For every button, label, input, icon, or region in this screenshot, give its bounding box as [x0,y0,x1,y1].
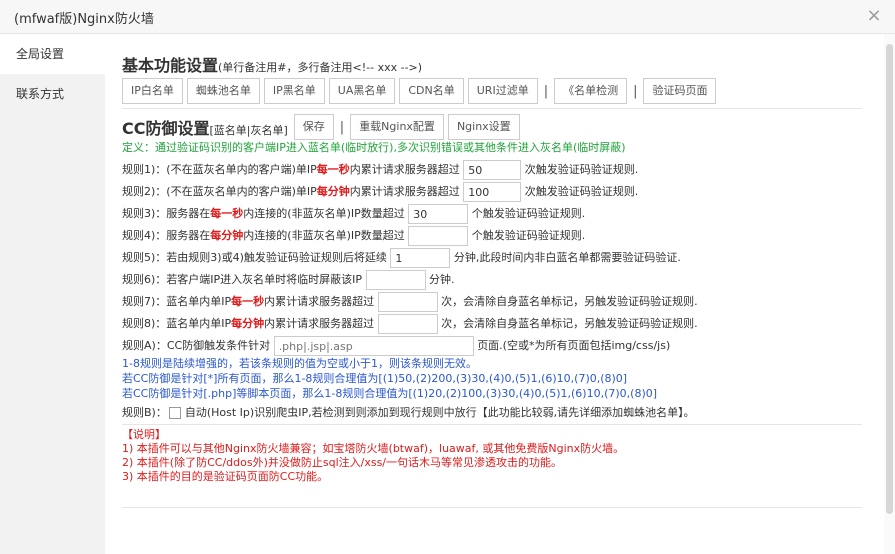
notes-title: 【说明】 [122,428,166,441]
rule-1-text: 内累计请求服务器超过 [349,163,460,176]
rule-4: 规则4)：服务器在每分钟内连接的(非蓝灰名单)IP数量超过 个触发验证码验证规则… [122,226,585,246]
nginx-settings-button[interactable]: Nginx设置 [447,114,520,140]
rule-b: 规则B)： 自动(Host Ip)识别爬虫IP,若检测到则添加到现行规则中放行【此… [122,403,695,423]
rule-1-text: 规则1)：(不在蓝灰名单内的客户端)单IP [122,163,317,176]
ua-blacklist-button[interactable]: UA黑名单 [328,78,396,104]
rule-6-text: 规则6)：若客户端IP进入灰名单时将临时屏蔽该IP [122,273,363,286]
rule-8-emphasis: 每分钟 [231,317,265,330]
rule-7-text: 规则7)：蓝名单内单IP [122,295,232,308]
main-content: 基本功能设置(单行备注用#，多行备注用<!-- xxx -->) IP白名单 蜘… [118,34,878,554]
rule-4-suffix: 个触发验证码验证规则. [471,229,586,242]
rule-7-text: 内累计请求服务器超过 [264,295,375,308]
rule-5-suffix: 分钟,此段时间内非白蓝名单都需要验证码验证. [453,251,681,264]
rule-5-text: 规则5)：若由规则3)或4)触发验证码验证规则后将延续 [122,251,387,264]
captcha-page-button[interactable]: 验证码页面 [643,78,717,104]
cc-header-row: CC防御设置[蓝名单|灰名单] 保存 | 重载Nginx配置 Nginx设置 [122,114,524,140]
rule-4-text: 规则4)：服务器在 [122,229,211,242]
cc-title: CC防御设置 [122,119,210,138]
cc-section-title: CC防御设置[蓝名单|灰名单] [122,115,288,139]
rule-4-emphasis: 每分钟 [210,229,244,242]
rule-2-input[interactable] [463,182,522,202]
rule-4-input[interactable] [408,226,469,246]
rule-8-suffix: 次，会清除自身蓝名单标记，另触发验证码验证规则. [441,317,698,330]
rule-1-emphasis: 每一秒 [316,163,350,176]
rule-1: 规则1)：(不在蓝灰名单内的客户端)单IP每一秒内累计请求服务器超过 次触发验证… [122,160,638,180]
rule-6-input[interactable] [365,270,426,290]
ip-whitelist-button[interactable]: IP白名单 [122,78,183,104]
rule-2-emphasis: 每分钟 [316,185,350,198]
uri-filter-button[interactable]: URI过滤单 [467,78,538,104]
rule-5: 规则5)：若由规则3)或4)触发验证码验证规则后将延续 分钟,此段时间内非白蓝名… [122,248,681,268]
rule-7-suffix: 次，会清除自身蓝名单标记，另触发验证码验证规则. [441,295,698,308]
rule-3-input[interactable] [408,204,469,224]
rule-8-text: 规则8)：蓝名单内单IP [122,317,232,330]
rule-2-suffix: 次触发验证码验证规则. [524,185,639,198]
spider-pool-button[interactable]: 蜘蛛池名单 [186,78,260,104]
rule-3-text: 内连接的(非蓝灰名单)IP数量超过 [243,207,405,220]
rule-info-1: 1-8规则是陆续增强的，若该条规则的值为空或小于1，则该条规则无效。 [122,357,477,370]
rule-8: 规则8)：蓝名单内单IP每分钟内累计请求服务器超过 次，会清除自身蓝名单标记，另… [122,314,698,334]
rule-2-text: 内累计请求服务器超过 [349,185,460,198]
window-title: (mfwaf版)Nginx防火墙 [14,12,154,27]
notes-section: 【说明】 1) 本插件可以与其他Nginx防火墙兼容；如宝塔防火墙(btwaf)… [122,428,862,484]
rule-8-text: 内累计请求服务器超过 [264,317,375,330]
separator: | [339,119,345,135]
divider [122,424,862,425]
basic-button-row: IP白名单 蜘蛛池名单 IP黑名单 UA黑名单 CDN名单 URI过滤单 | 《… [122,78,720,104]
rule-a-input[interactable] [273,336,474,356]
rule-1-input[interactable] [463,160,522,180]
rule-4-text: 内连接的(非蓝灰名单)IP数量超过 [243,229,405,242]
notes-item: 3) 本插件的目的是验证码页面防CC功能。 [122,470,329,483]
rule-a: 规则A)：CC防御触发条件针对 页面.(空或*为所有页面包括img/css/js… [122,336,670,356]
rule-3-text: 规则3)：服务器在 [122,207,211,220]
separator: | [543,83,549,99]
rule-2: 规则2)：(不在蓝灰名单内的客户端)单IP每分钟内累计请求服务器超过 次触发验证… [122,182,638,202]
rule-a-text: 规则A)：CC防御触发条件针对 [122,339,271,352]
rule-info-3: 若CC防御是针对[.php]等脚本页面，那么1-8规则合理值为[(1)20,(2… [122,387,658,400]
title-bar: (mfwaf版)Nginx防火墙 × [0,0,895,34]
rule-3-emphasis: 每一秒 [210,207,244,220]
rule-8-input[interactable] [377,314,438,334]
basic-section-title: 基本功能设置(单行备注用#，多行备注用<!-- xxx -->) [122,52,422,76]
reload-nginx-button[interactable]: 重载Nginx配置 [350,114,444,140]
list-detect-button[interactable]: 《名单检测 [554,78,628,104]
save-button[interactable]: 保存 [293,114,334,140]
ip-blacklist-button[interactable]: IP黑名单 [263,78,325,104]
rule-7-emphasis: 每一秒 [231,295,265,308]
rule-b-label: 自动(Host Ip)识别爬虫IP,若检测到则添加到现行规则中放行【此功能比较弱… [184,406,695,419]
rule-7-input[interactable] [377,292,438,312]
rule-6: 规则6)：若客户端IP进入灰名单时将临时屏蔽该IP 分钟. [122,270,455,290]
sidebar-item-global-settings[interactable]: 全局设置 [0,34,105,74]
cc-definition: 定义：通过验证码识别的客户端IP进入蓝名单(临时放行),多次识别错误或其他条件进… [122,141,626,154]
close-icon[interactable]: × [865,7,883,25]
sidebar-item-contact[interactable]: 联系方式 [0,74,105,114]
divider [122,507,862,508]
rule-2-text: 规则2)：(不在蓝灰名单内的客户端)单IP [122,185,317,198]
sidebar: 全局设置 联系方式 [0,34,105,554]
rule-6-suffix: 分钟. [429,273,455,286]
cdn-list-button[interactable]: CDN名单 [399,78,464,104]
rule-7: 规则7)：蓝名单内单IP每一秒内累计请求服务器超过 次，会清除自身蓝名单标记，另… [122,292,698,312]
rule-1-suffix: 次触发验证码验证规则. [524,163,639,176]
rule-5-input[interactable] [390,248,451,268]
rule-b-checkbox[interactable] [168,407,181,419]
rule-b-text: 规则B)： [122,406,167,419]
scrollbar-thumb[interactable] [886,44,893,514]
rule-info-2: 若CC防御是针对[*]所有页面，那么1-8规则合理值为[(1)50,(2)200… [122,372,628,385]
divider [122,108,862,109]
rule-a-suffix: 页面.(空或*为所有页面包括img/css/js) [477,339,671,352]
separator: | [633,83,638,99]
basic-title: 基本功能设置 [122,56,219,75]
rule-3: 规则3)：服务器在每一秒内连接的(非蓝灰名单)IP数量超过 个触发验证码验证规则… [122,204,585,224]
notes-item: 1) 本插件可以与其他Nginx防火墙兼容；如宝塔防火墙(btwaf)，luaw… [122,442,625,455]
rule-3-suffix: 个触发验证码验证规则. [471,207,586,220]
basic-title-note: (单行备注用#，多行备注用<!-- xxx -->) [218,61,423,74]
notes-item: 2) 本插件(除了防CC/ddos外)并没做防止sql注入/xss/一句话木马等… [122,456,563,469]
cc-title-note: [蓝名单|灰名单] [209,124,288,137]
